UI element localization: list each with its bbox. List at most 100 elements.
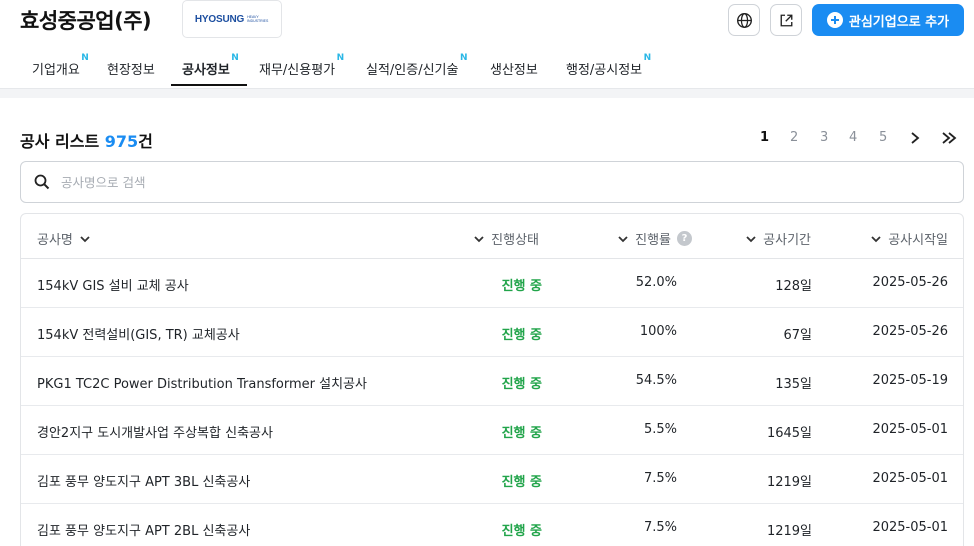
section-divider (0, 88, 974, 98)
project-name[interactable]: 경안2지구 도시개발사업 주상복합 신축공사 (37, 422, 273, 441)
tab-bar: 기업개요 N 현장정보 공사정보 N 재무/신용평가 N 실적/인증/신기술 N… (0, 50, 974, 88)
start-date: 2025-05-26 (872, 324, 948, 339)
progress-rate: 52.0% (635, 275, 677, 290)
progress-rate: 7.5% (643, 471, 677, 486)
column-header-rate[interactable]: 진행률 ? (617, 229, 692, 248)
company-name: 효성중공업(주) (20, 9, 152, 33)
column-label: 공사시작일 (888, 233, 948, 248)
globe-icon (736, 12, 752, 28)
progress-rate: 5.5% (643, 422, 677, 437)
tab-production-info[interactable]: 생산정보 (490, 59, 538, 78)
company-logo: HYOSUNG HEAVY INDUSTRIES (182, 0, 282, 38)
list-count-suffix: 건 (138, 132, 153, 151)
chevron-right-icon[interactable] (908, 128, 922, 148)
new-badge: N (459, 53, 468, 63)
chevron-down-icon (746, 235, 756, 242)
add-favorite-label: 관심기업으로 추가 (848, 14, 950, 30)
double-chevron-right-icon[interactable] (940, 128, 958, 148)
project-period: 1219일 (766, 475, 812, 490)
logo-text: HYOSUNG (194, 13, 245, 25)
table-row[interactable]: 154kV GIS 설비 교체 공사 진행 중 52.0% 128일 2025-… (21, 259, 963, 308)
status-badge: 진행 중 (501, 328, 542, 343)
start-date: 2025-05-01 (872, 422, 948, 437)
status-badge: 진행 중 (501, 426, 542, 441)
page-2-button[interactable]: 2 (790, 130, 798, 145)
project-period: 1645일 (766, 426, 812, 441)
column-label: 진행상태 (491, 233, 539, 248)
page-4-button[interactable]: 4 (849, 130, 857, 145)
tab-finance-credit[interactable]: 재무/신용평가 N (259, 53, 344, 78)
chevron-down-icon (474, 235, 484, 242)
table-row[interactable]: 154kV 전력설비(GIS, TR) 교체공사 진행 중 100% 67일 2… (21, 308, 963, 357)
construction-table: 공사명 진행상태 진행률 ? 공사기간 공사시작일 154kV GIS 설비 교… (20, 213, 964, 546)
page-1-button[interactable]: 1 (760, 130, 769, 145)
external-link-icon (780, 14, 792, 26)
project-name[interactable]: 154kV 전력설비(GIS, TR) 교체공사 (37, 324, 240, 343)
logo-subtext: HEAVY INDUSTRIES (247, 15, 269, 23)
tab-performance-cert[interactable]: 실적/인증/신기술 N (366, 53, 467, 78)
new-badge: N (231, 53, 239, 63)
table-row[interactable]: PKG1 TC2C Power Distribution Transformer… (21, 357, 963, 406)
language-button[interactable] (728, 4, 760, 36)
project-name[interactable]: PKG1 TC2C Power Distribution Transformer… (37, 373, 367, 392)
list-count: 975 (104, 132, 139, 151)
project-period: 1219일 (766, 524, 812, 539)
help-icon[interactable]: ? (677, 231, 692, 246)
progress-rate: 100% (639, 324, 677, 339)
status-badge: 진행 중 (501, 377, 542, 392)
chevron-down-icon (871, 235, 881, 242)
column-label: 공사기간 (763, 233, 811, 248)
search-input[interactable] (61, 171, 941, 193)
project-name[interactable]: 김포 풍무 양도지구 APT 2BL 신축공사 (37, 520, 250, 539)
progress-rate: 7.5% (643, 520, 677, 535)
new-badge: N (336, 53, 345, 63)
tab-label: 재무/신용평가 (259, 63, 336, 78)
chevron-down-icon (618, 235, 628, 242)
project-name[interactable]: 154kV GIS 설비 교체 공사 (37, 275, 189, 294)
tab-label: 실적/인증/신기술 (366, 63, 459, 78)
tab-site-info[interactable]: 현장정보 (107, 59, 155, 78)
plus-icon (826, 12, 843, 28)
column-header-status[interactable]: 진행상태 (473, 229, 539, 248)
tab-company-overview[interactable]: 기업개요 N (32, 53, 89, 78)
tab-label: 현장정보 (107, 63, 155, 78)
column-label: 진행률 (635, 233, 671, 248)
search-box (20, 161, 964, 203)
add-favorite-button[interactable]: 관심기업으로 추가 (812, 4, 964, 36)
project-period: 128일 (775, 279, 812, 294)
open-external-button[interactable] (770, 4, 802, 36)
table-row[interactable]: 경안2지구 도시개발사업 주상복합 신축공사 진행 중 5.5% 1645일 2… (21, 406, 963, 455)
column-header-period[interactable]: 공사기간 (745, 229, 811, 248)
tab-label: 행정/공시정보 (566, 63, 643, 78)
new-badge: N (643, 53, 652, 63)
tab-construction-info[interactable]: 공사정보 N (182, 53, 239, 78)
page-header: 효성중공업(주) HYOSUNG HEAVY INDUSTRIES 관심기업으로… (0, 0, 974, 42)
list-title-text: 공사 리스트 (20, 132, 100, 151)
project-period: 67일 (783, 328, 812, 343)
page-5-button[interactable]: 5 (879, 130, 887, 145)
active-tab-indicator (171, 84, 247, 86)
search-icon (34, 174, 50, 190)
chevron-down-icon (80, 235, 90, 242)
table-header: 공사명 진행상태 진행률 ? 공사기간 공사시작일 (21, 214, 963, 259)
tab-label: 공사정보 (182, 63, 230, 78)
start-date: 2025-05-01 (872, 471, 948, 486)
column-header-start[interactable]: 공사시작일 (870, 229, 948, 248)
status-badge: 진행 중 (501, 279, 542, 294)
list-title: 공사 리스트 975건 (20, 128, 153, 152)
tab-label: 기업개요 (32, 63, 80, 78)
status-badge: 진행 중 (501, 524, 542, 539)
new-badge: N (81, 53, 89, 63)
progress-rate: 54.5% (635, 373, 677, 388)
page-3-button[interactable]: 3 (820, 130, 828, 145)
tab-label: 생산정보 (490, 63, 538, 78)
start-date: 2025-05-01 (872, 520, 948, 535)
tab-admin-disclosure[interactable]: 행정/공시정보 N (566, 53, 651, 78)
table-row[interactable]: 김포 풍무 양도지구 APT 2BL 신축공사 진행 중 7.5% 1219일 … (21, 504, 963, 546)
start-date: 2025-05-26 (872, 275, 948, 290)
project-period: 135일 (775, 377, 812, 392)
column-header-name[interactable]: 공사명 (37, 229, 91, 248)
status-badge: 진행 중 (501, 475, 542, 490)
project-name[interactable]: 김포 풍무 양도지구 APT 3BL 신축공사 (37, 471, 250, 490)
table-row[interactable]: 김포 풍무 양도지구 APT 3BL 신축공사 진행 중 7.5% 1219일 … (21, 455, 963, 504)
